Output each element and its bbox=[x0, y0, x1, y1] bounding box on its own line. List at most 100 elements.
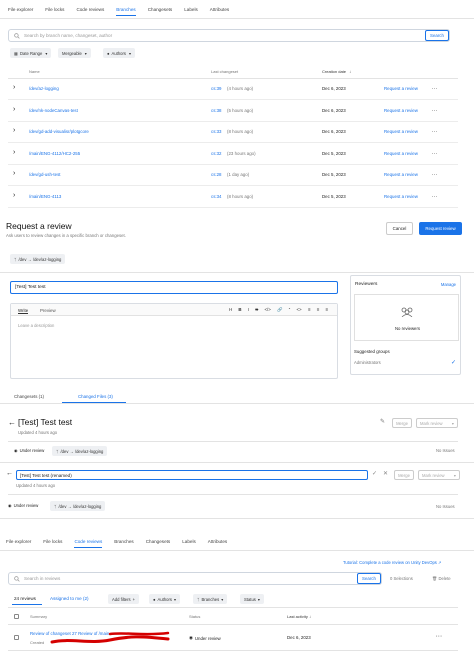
check-icon[interactable]: ✓ bbox=[451, 359, 456, 366]
cancel-button[interactable]: Cancel bbox=[386, 222, 413, 235]
strikethrough-icon[interactable]: S bbox=[255, 307, 258, 312]
changeset-link[interactable]: cs:38 bbox=[211, 108, 222, 113]
table-row[interactable]: › /dev/az-logging cs:39 (4 hours ago) Dec 6,… bbox=[8, 79, 458, 100]
tab-labels[interactable]: Labels bbox=[184, 7, 198, 16]
review-title-input[interactable]: [Test] Test test bbox=[10, 281, 338, 294]
link-icon[interactable]: 🔗 bbox=[277, 307, 282, 312]
back-arrow-icon[interactable]: ← bbox=[8, 418, 16, 427]
row-checkbox[interactable] bbox=[14, 635, 19, 640]
close-icon[interactable]: ✕ bbox=[383, 470, 388, 477]
add-filters-button[interactable]: Add filters + bbox=[108, 594, 140, 604]
tab-file-explorer[interactable]: File explorer bbox=[8, 7, 33, 16]
description-textarea[interactable] bbox=[11, 316, 337, 378]
branch-name-link[interactable]: /dev/az-logging bbox=[29, 86, 59, 91]
col-status-header[interactable]: Status bbox=[189, 614, 200, 619]
bold-icon[interactable]: B bbox=[238, 307, 241, 312]
tab-file-locks[interactable]: File locks bbox=[43, 539, 62, 548]
request-review-link[interactable]: Request a review bbox=[384, 194, 418, 199]
changeset-link[interactable]: cs:32 bbox=[211, 151, 222, 156]
tab-code-reviews[interactable]: Code reviews bbox=[76, 7, 104, 16]
tab-changed-files[interactable]: Changed Files (3) bbox=[78, 394, 113, 399]
chevron-right-icon[interactable]: › bbox=[13, 127, 15, 134]
tab-branches[interactable]: Branches bbox=[116, 7, 136, 16]
status-filter[interactable]: Status ▾ bbox=[240, 594, 264, 604]
tab-attributes[interactable]: Attributes bbox=[210, 7, 229, 16]
tab-attributes[interactable]: Attributes bbox=[208, 539, 227, 548]
select-all-checkbox[interactable] bbox=[14, 614, 19, 619]
request-review-link[interactable]: Request a review bbox=[384, 151, 418, 156]
branch-name-link[interactable]: /dev/nk-nodeCanvas-test bbox=[29, 108, 78, 113]
table-row[interactable]: › /main/ENG-4113 cs:34 (8 hours ago) Dec 5, … bbox=[8, 187, 458, 208]
changeset-link[interactable]: cs:39 bbox=[211, 86, 222, 91]
search-button[interactable]: Search bbox=[425, 30, 449, 41]
chevron-right-icon[interactable]: › bbox=[13, 149, 15, 156]
more-options-icon[interactable]: ··· bbox=[432, 129, 438, 134]
date-range-filter[interactable]: ▦ Date Range ▾ bbox=[10, 48, 52, 58]
checklist-icon[interactable]: ≡ bbox=[325, 307, 328, 312]
mark-review-dropdown-2[interactable]: Mark review ▾ bbox=[418, 470, 460, 480]
more-options-icon[interactable]: ··· bbox=[432, 194, 438, 199]
group-administrators[interactable]: Administrators bbox=[354, 360, 381, 365]
italic-icon[interactable]: I bbox=[248, 307, 249, 312]
mark-review-dropdown[interactable]: Mark review ▾ bbox=[416, 418, 458, 428]
branch-name-link[interactable]: /dev/gd-add-visualisr/plotgcore bbox=[29, 129, 89, 134]
heading-icon[interactable]: H bbox=[229, 307, 232, 312]
request-review-link[interactable]: Request a review bbox=[384, 108, 418, 113]
col-summary-header[interactable]: Summary bbox=[30, 614, 47, 619]
bullet-list-icon[interactable]: ≡ bbox=[308, 307, 311, 312]
reviews-count-tab[interactable]: 24 reviews bbox=[14, 596, 36, 601]
tab-labels[interactable]: Labels bbox=[182, 539, 196, 548]
authors-filter[interactable]: ● Authors ▾ bbox=[149, 594, 181, 604]
branch-name-link[interactable]: /main/ENG-4113 bbox=[29, 194, 61, 199]
tutorial-link[interactable]: Tutorial: Complete a code review on Unit… bbox=[343, 560, 442, 565]
authors-filter[interactable]: ● Authors ▾ bbox=[103, 48, 136, 58]
table-row[interactable]: › /dev/gd-ush-test cs:28 (1 day ago) Dec 5, … bbox=[8, 165, 458, 186]
request-review-link[interactable]: Request a review bbox=[384, 129, 418, 134]
more-options-icon[interactable]: ··· bbox=[432, 151, 438, 156]
merge-button-2[interactable]: Merge bbox=[394, 470, 414, 480]
merge-button[interactable]: Merge bbox=[392, 418, 412, 428]
changeset-link[interactable]: cs:33 bbox=[211, 129, 222, 134]
chevron-right-icon[interactable]: › bbox=[13, 192, 15, 199]
chevron-right-icon[interactable]: › bbox=[13, 84, 15, 91]
mergeable-filter[interactable]: Mergeable ▾ bbox=[58, 48, 91, 58]
table-row[interactable]: › /dev/gd-add-visualisr/plotgcore cs:33 (8 … bbox=[8, 122, 458, 143]
request-review-link[interactable]: Request a review bbox=[384, 172, 418, 177]
delete-button[interactable]: 🗑 Delete bbox=[432, 576, 451, 582]
reviews-search-button[interactable]: Search bbox=[357, 573, 381, 584]
more-options-icon[interactable]: ··· bbox=[432, 108, 438, 113]
tab-branches[interactable]: Branches bbox=[114, 539, 133, 548]
quote-icon[interactable]: ” bbox=[289, 307, 290, 312]
reviews-search-input[interactable]: Search in reviews bbox=[8, 572, 382, 585]
code-icon[interactable]: </> bbox=[264, 307, 270, 312]
branches-filter[interactable]: ᛉ Branches ▾ bbox=[193, 594, 228, 604]
tab-file-explorer[interactable]: File explorer bbox=[6, 539, 31, 548]
preview-tab[interactable]: Preview bbox=[40, 308, 56, 313]
tab-changesets[interactable]: Changesets bbox=[148, 7, 173, 16]
more-options-icon[interactable]: ··· bbox=[432, 172, 438, 177]
assigned-to-me-tab[interactable]: Assigned to me (2) bbox=[50, 596, 89, 601]
code-block-icon[interactable]: <> bbox=[296, 307, 301, 312]
back-arrow-icon[interactable]: ← bbox=[6, 470, 13, 477]
write-tab[interactable]: Write bbox=[18, 308, 29, 314]
tab-file-locks[interactable]: File locks bbox=[45, 7, 64, 16]
branch-name-link[interactable]: /dev/gd-ush-test bbox=[29, 172, 60, 177]
col-name-header[interactable]: Name bbox=[29, 69, 40, 74]
more-options-icon[interactable]: ··· bbox=[432, 86, 438, 91]
changeset-link[interactable]: cs:34 bbox=[211, 194, 222, 199]
changeset-link[interactable]: cs:28 bbox=[211, 172, 222, 177]
col-creation-date-header[interactable]: Creation date ↓ bbox=[322, 69, 351, 74]
col-last-changeset-header[interactable]: Last changeset bbox=[211, 69, 238, 74]
confirm-check-icon[interactable]: ✓ bbox=[372, 470, 377, 477]
branch-search-input[interactable]: Search by branch name, changeset, author bbox=[8, 29, 450, 42]
manage-reviewers-link[interactable]: Manage bbox=[441, 282, 456, 287]
numbered-list-icon[interactable]: ≡ bbox=[317, 307, 320, 312]
tab-code-reviews[interactable]: Code reviews bbox=[74, 539, 103, 548]
rename-title-input[interactable]: [Test] Test test (renamed) bbox=[16, 470, 368, 480]
tab-changesets[interactable]: Changesets bbox=[146, 539, 171, 548]
table-row[interactable]: › /main/ENG-4112/HC2-255 cs:32 (23 hours ag… bbox=[8, 144, 458, 165]
chevron-right-icon[interactable]: › bbox=[13, 106, 15, 113]
col-last-activity-header[interactable]: Last activity ↓ bbox=[287, 614, 311, 619]
edit-pencil-icon[interactable]: ✎ bbox=[380, 418, 385, 425]
branch-name-link[interactable]: /main/ENG-4112/HC2-255 bbox=[29, 151, 80, 156]
